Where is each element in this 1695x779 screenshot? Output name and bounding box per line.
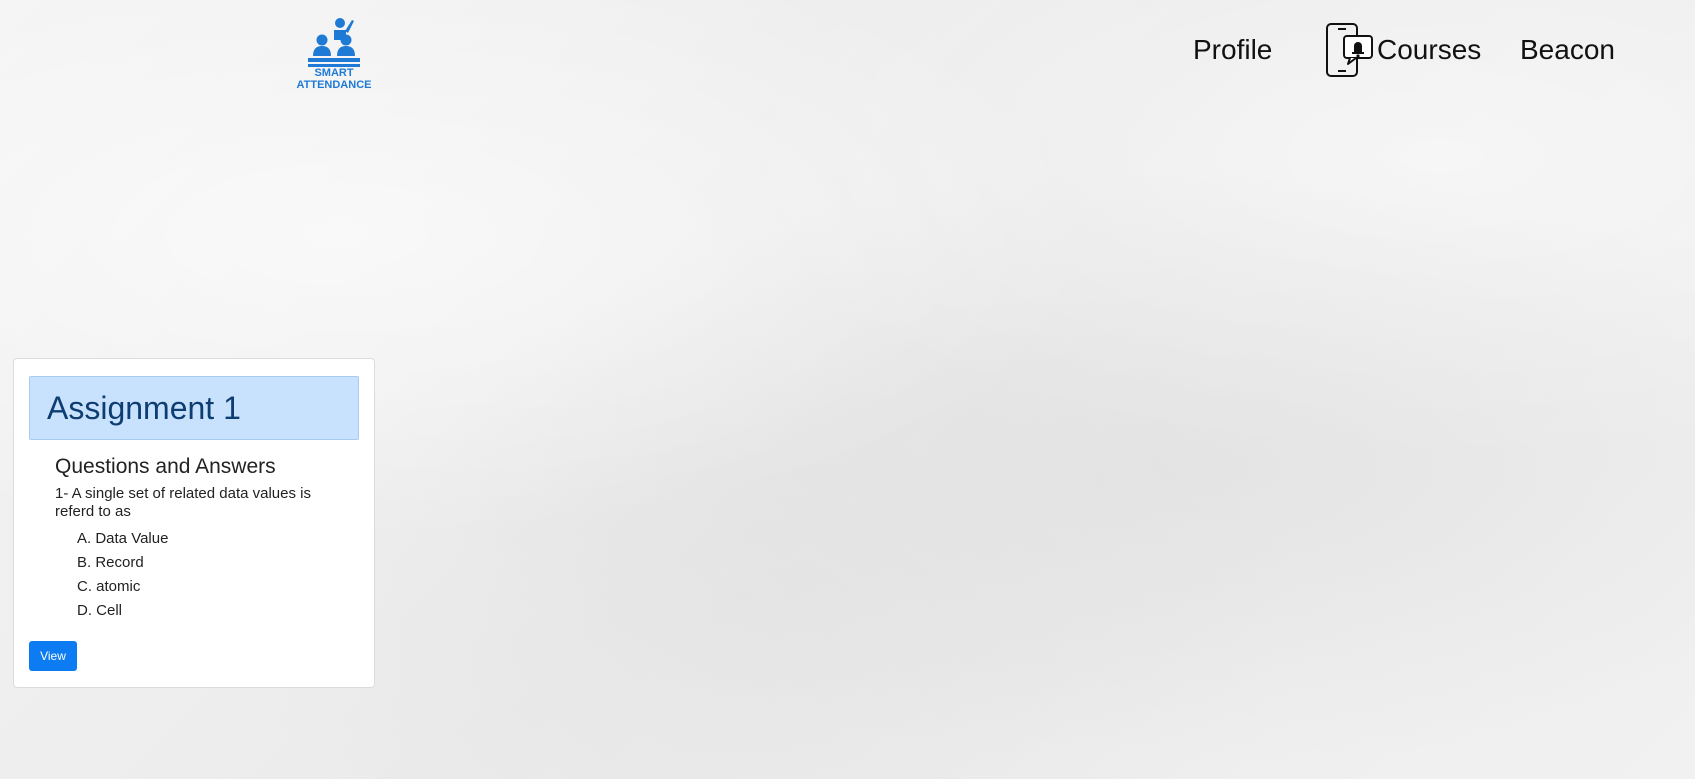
smart-attendance-logo[interactable]: SMART ATTENDANCE [292, 16, 376, 92]
view-button[interactable]: View [29, 641, 77, 671]
answer-options-list: A. Data Value B. Record C. atomic D. Cel… [77, 527, 168, 623]
answer-option: B. Record [77, 554, 144, 571]
nav-link-courses[interactable]: Courses [1377, 30, 1481, 70]
nav-link-beacon[interactable]: Beacon [1520, 30, 1615, 70]
mobile-notification-icon[interactable] [1324, 22, 1374, 78]
answer-option: D. Cell [77, 602, 123, 619]
logo-line-1: SMART [314, 67, 354, 79]
top-navbar: SMART ATTENDANCE Profile Courses Beacon [0, 0, 1695, 100]
nav-link-profile[interactable]: Profile [1193, 30, 1272, 70]
assignment-card: Assignment 1 Questions and Answers 1- A … [13, 358, 375, 688]
logo-line-2: ATTENDANCE [296, 79, 372, 91]
answer-option: C. atomic [77, 578, 141, 595]
assignment-title: Assignment 1 [29, 376, 359, 440]
answer-option: A. Data Value [77, 530, 169, 547]
questions-section-title: Questions and Answers [55, 455, 276, 478]
question-text: 1- A single set of related data values i… [55, 485, 311, 520]
logo-text: SMART ATTENDANCE [292, 67, 376, 91]
classroom-people-icon [308, 18, 360, 67]
